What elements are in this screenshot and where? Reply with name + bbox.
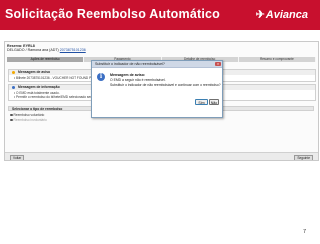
avianca-logo: ✈Avianca bbox=[256, 8, 308, 21]
warning-icon bbox=[12, 71, 15, 74]
dialog-titlebar: Substituir o indicador de não reembolsáv… bbox=[92, 61, 222, 68]
option-label: Reembolso voluntário bbox=[13, 113, 45, 117]
no-button[interactable]: Não bbox=[209, 99, 219, 105]
dialog-title: Substituir o indicador de não reembolsáv… bbox=[95, 62, 165, 66]
info-icon: i bbox=[97, 73, 105, 81]
passenger-name: DELGADO / Ramona ana (ADT) bbox=[7, 48, 59, 52]
info-heading-text: Mensagem de informação bbox=[18, 85, 60, 89]
page-number: 7 bbox=[302, 229, 306, 235]
dialog-message: O EMD a seguir não é reembolsável. bbox=[110, 78, 166, 82]
ticket-link[interactable]: 2073875101236 bbox=[60, 48, 86, 52]
slide-header: Solicitação Reembolso Automático ✈Avianc… bbox=[0, 0, 320, 30]
option-involuntary-refund[interactable]: Reembolso involuntário bbox=[10, 118, 47, 122]
option-voluntary-refund[interactable]: Reembolso voluntário bbox=[10, 113, 44, 117]
close-icon[interactable]: × bbox=[215, 61, 221, 66]
dialog-heading: Mensagem de aviso: bbox=[110, 73, 146, 77]
radio-selected-icon[interactable] bbox=[10, 113, 13, 117]
logo-text: Avianca bbox=[265, 9, 308, 21]
passenger-line: DELGADO / Ramona ana (ADT) 2073875101236 bbox=[7, 48, 86, 52]
warning-heading-text: Mensagem de aviso bbox=[18, 70, 51, 74]
dialog-body: i Mensagem de aviso: O EMD a seguir não … bbox=[92, 68, 222, 117]
option-label: Reembolso involuntário bbox=[13, 118, 47, 122]
dialog-question: Substituir o indicador de não reembolsáv… bbox=[110, 83, 221, 87]
info-icon bbox=[12, 86, 15, 89]
override-dialog: Substituir o indicador de não reembolsáv… bbox=[91, 60, 223, 118]
action-bar: Voltar Seguinte bbox=[5, 152, 318, 160]
slide-title: Solicitação Reembolso Automático bbox=[5, 7, 221, 21]
radio-unselected-icon[interactable] bbox=[10, 118, 13, 122]
tab-summary[interactable]: Resumo e comprovante bbox=[238, 57, 316, 62]
back-button[interactable]: Voltar bbox=[10, 154, 25, 160]
tab-refund-actions[interactable]: Ações de reembolso bbox=[7, 57, 85, 62]
next-button[interactable]: Seguinte bbox=[294, 154, 313, 160]
yes-button[interactable]: Sim bbox=[195, 99, 208, 105]
avianca-logo-mark-icon: ✈ bbox=[255, 9, 265, 21]
